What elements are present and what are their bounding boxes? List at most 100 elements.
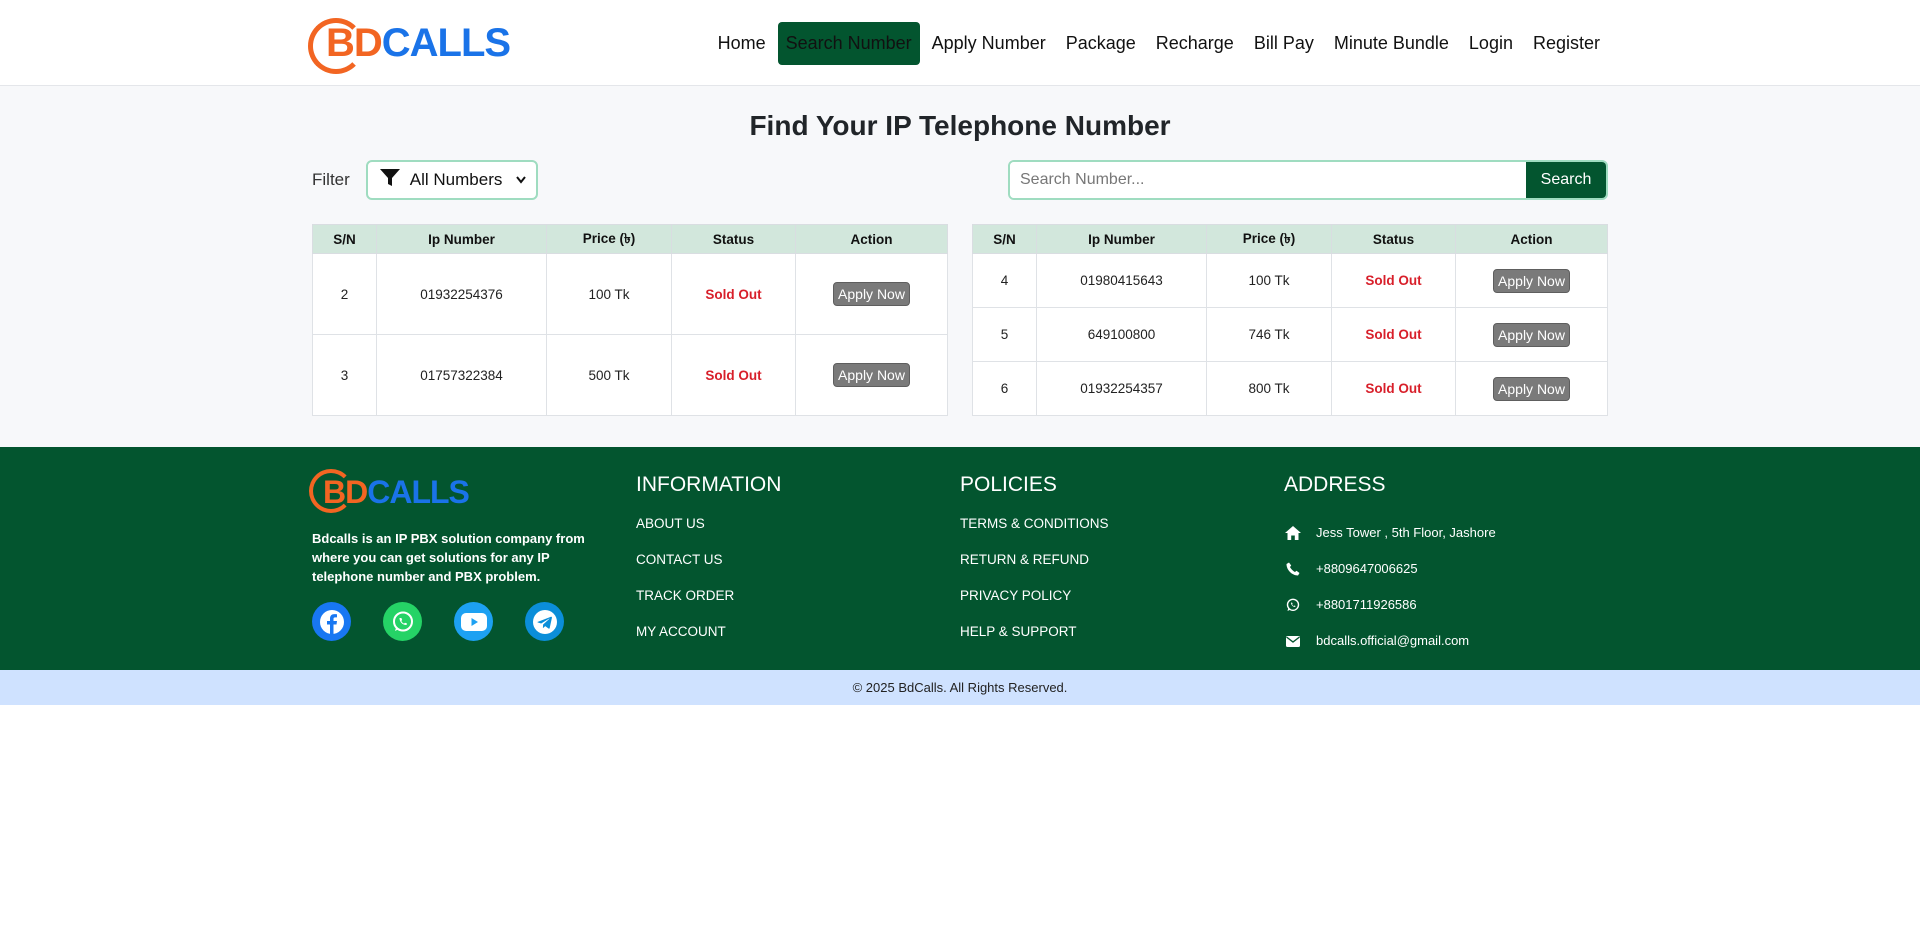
- footer-heading-address: ADDRESS: [1284, 473, 1386, 496]
- column-header-status: Status: [671, 224, 796, 254]
- envelope-icon: [1284, 635, 1302, 647]
- footer-logo[interactable]: BD CALLS: [309, 469, 636, 515]
- nav-home[interactable]: Home: [710, 22, 774, 65]
- numbers-table-left: S/N Ip Number Price (৳) Status Action 2 …: [312, 224, 948, 416]
- column-header-status: Status: [1331, 224, 1456, 254]
- brand-logo[interactable]: BDCALLS: [308, 13, 511, 74]
- table-header-row: S/N Ip Number Price (৳) Status Action: [312, 224, 948, 254]
- site-header: BDCALLS Home Search Number Apply Number …: [0, 0, 1920, 86]
- social-links: [312, 602, 636, 641]
- cell-price: 100 Tk: [1206, 253, 1332, 308]
- filter-group: Filter All Numbers: [312, 160, 538, 200]
- search-input[interactable]: [1010, 162, 1526, 198]
- apply-now-button[interactable]: Apply Now: [1493, 268, 1570, 293]
- site-footer: BD CALLS Bdcalls is an IP PBX solution co…: [0, 447, 1920, 670]
- numbers-table-right: S/N Ip Number Price (৳) Status Action 4 …: [972, 224, 1608, 416]
- footer-link-track-order[interactable]: TRACK ORDER: [636, 587, 960, 623]
- phone-icon: [1284, 562, 1302, 576]
- status-badge: Sold Out: [671, 334, 796, 416]
- nav-search-number[interactable]: Search Number: [777, 21, 920, 65]
- footer-information: INFORMATION ABOUT US CONTACT US TRACK OR…: [636, 469, 960, 659]
- table-row: 2 01932254376 100 Tk Sold Out Apply Now: [312, 253, 948, 335]
- cell-sn: 4: [972, 253, 1037, 308]
- table-row: 5 649100800 746 Tk Sold Out Apply Now: [972, 307, 1608, 362]
- nav-bill-pay[interactable]: Bill Pay: [1246, 22, 1322, 65]
- facebook-icon[interactable]: [312, 602, 351, 641]
- apply-now-button[interactable]: Apply Now: [833, 363, 910, 387]
- toolbar: Filter All Numbers Search: [312, 160, 1608, 200]
- copyright-bar: © 2025 BdCalls. All Rights Reserved.: [0, 670, 1920, 705]
- logo-calls-text: CALLS: [381, 20, 511, 65]
- footer-about: BD CALLS Bdcalls is an IP PBX solution co…: [309, 469, 636, 659]
- status-badge: Sold Out: [1331, 307, 1456, 362]
- nav-recharge[interactable]: Recharge: [1148, 22, 1242, 65]
- status-badge: Sold Out: [1331, 361, 1456, 416]
- footer-link-contact-us[interactable]: CONTACT US: [636, 551, 960, 587]
- footer-link-terms[interactable]: TERMS & CONDITIONS: [960, 515, 1284, 551]
- address-location-text: Jess Tower , 5th Floor, Jashore: [1316, 525, 1496, 540]
- search-button[interactable]: Search: [1526, 162, 1606, 198]
- apply-now-button[interactable]: Apply Now: [833, 282, 910, 306]
- footer-heading-policies: POLICIES: [960, 473, 1057, 496]
- funnel-icon: [379, 168, 400, 192]
- telegram-icon[interactable]: [525, 602, 564, 641]
- footer-link-my-account[interactable]: MY ACCOUNT: [636, 623, 960, 659]
- cell-action: Apply Now: [1455, 253, 1608, 308]
- apply-now-button[interactable]: Apply Now: [1493, 322, 1570, 347]
- address-location: Jess Tower , 5th Floor, Jashore: [1284, 515, 1608, 551]
- page-title: Find Your IP Telephone Number: [749, 110, 1171, 141]
- filter-label: Filter: [312, 170, 350, 189]
- whatsapp-icon[interactable]: [383, 602, 422, 641]
- footer-link-about-us[interactable]: ABOUT US: [636, 515, 960, 551]
- column-header-price: Price (৳): [1206, 224, 1332, 254]
- cell-action: Apply Now: [1455, 307, 1608, 362]
- footer-policies: POLICIES TERMS & CONDITIONS RETURN & REF…: [960, 469, 1284, 659]
- youtube-icon[interactable]: [454, 602, 493, 641]
- cell-action: Apply Now: [795, 253, 948, 335]
- nav-apply-number[interactable]: Apply Number: [924, 22, 1054, 65]
- column-header-sn: S/N: [312, 224, 377, 254]
- cell-action: Apply Now: [795, 334, 948, 416]
- status-badge: Sold Out: [1331, 253, 1456, 308]
- table-row: 3 01757322384 500 Tk Sold Out Apply Now: [312, 334, 948, 416]
- footer-link-return-refund[interactable]: RETURN & REFUND: [960, 551, 1284, 587]
- main-nav: Home Search Number Apply Number Package …: [710, 21, 1608, 65]
- cell-price: 746 Tk: [1206, 307, 1332, 362]
- cell-ip-number: 01932254357: [1036, 361, 1207, 416]
- cell-sn: 2: [312, 253, 377, 335]
- address-phone: +8809647006625: [1284, 551, 1608, 587]
- cell-price: 800 Tk: [1206, 361, 1332, 416]
- column-header-action: Action: [1455, 224, 1608, 254]
- whatsapp-icon: [1284, 598, 1302, 612]
- filter-select[interactable]: All Numbers: [365, 160, 538, 200]
- address-email-text[interactable]: bdcalls.official@gmail.com: [1316, 632, 1469, 650]
- main-content: Find Your IP Telephone Number Filter All…: [0, 86, 1920, 447]
- cell-price: 100 Tk: [546, 253, 672, 335]
- address-phone-text[interactable]: +8809647006625: [1316, 560, 1418, 578]
- apply-now-button[interactable]: Apply Now: [1493, 376, 1570, 401]
- table-row: 6 01932254357 800 Tk Sold Out Apply Now: [972, 361, 1608, 416]
- footer-address: ADDRESS Jess Tower , 5th Floor, Jashore …: [1284, 469, 1608, 659]
- address-whatsapp: +8801711926586: [1284, 587, 1608, 623]
- footer-description: Bdcalls is an IP PBX solution company fr…: [312, 531, 585, 584]
- column-header-ip-number: Ip Number: [376, 224, 547, 254]
- filter-selected-value: All Numbers: [409, 170, 503, 189]
- cell-sn: 3: [312, 334, 377, 416]
- cell-ip-number: 01932254376: [376, 253, 547, 335]
- address-email: bdcalls.official@gmail.com: [1284, 623, 1608, 659]
- table-row: 4 01980415643 100 Tk Sold Out Apply Now: [972, 253, 1608, 308]
- chevron-down-icon: [516, 173, 526, 187]
- nav-login[interactable]: Login: [1461, 22, 1521, 65]
- nav-minute-bundle[interactable]: Minute Bundle: [1326, 22, 1457, 65]
- logo-bd-text: BD: [323, 473, 368, 510]
- logo-bd-text: BD: [326, 20, 383, 65]
- footer-link-help-support[interactable]: HELP & SUPPORT: [960, 623, 1284, 659]
- address-whatsapp-text[interactable]: +8801711926586: [1316, 596, 1417, 614]
- nav-package[interactable]: Package: [1058, 22, 1144, 65]
- footer-link-privacy-policy[interactable]: PRIVACY POLICY: [960, 587, 1284, 623]
- cell-sn: 5: [972, 307, 1037, 362]
- cell-ip-number: 649100800: [1036, 307, 1207, 362]
- cell-ip-number: 01757322384: [376, 334, 547, 416]
- nav-register[interactable]: Register: [1525, 22, 1608, 65]
- column-header-action: Action: [795, 224, 948, 254]
